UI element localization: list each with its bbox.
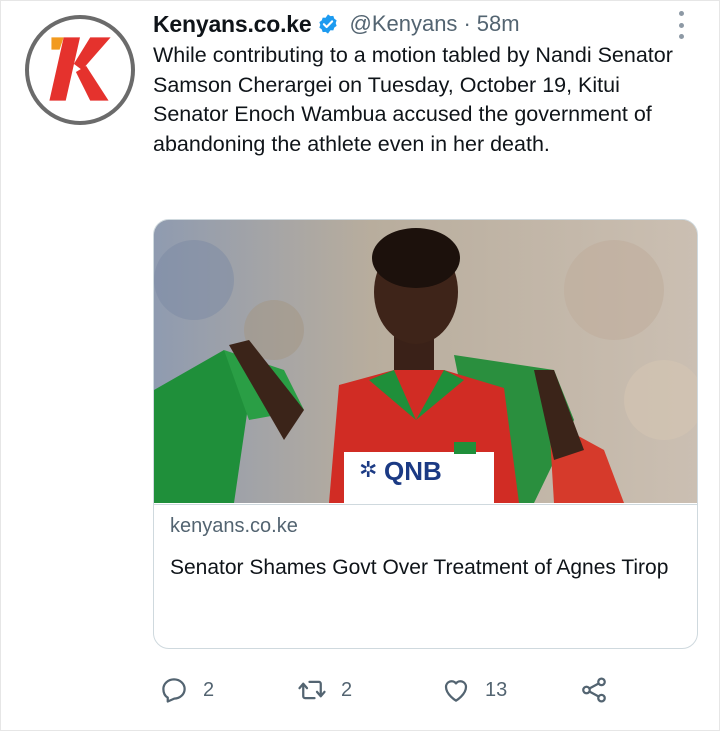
tweet-header: Kenyans.co.ke @Kenyans · 58m bbox=[153, 7, 520, 41]
like-button[interactable]: 13 bbox=[441, 669, 507, 711]
timestamp[interactable]: 58m bbox=[477, 11, 520, 37]
kenyans-logo-icon bbox=[49, 37, 111, 101]
verified-badge-icon bbox=[317, 13, 339, 35]
retweet-button[interactable]: 2 bbox=[297, 669, 352, 711]
heart-icon bbox=[444, 680, 468, 702]
share-button[interactable] bbox=[579, 669, 609, 711]
bib-text: QNB bbox=[384, 456, 442, 486]
display-name[interactable]: Kenyans.co.ke bbox=[153, 11, 312, 38]
more-options-icon[interactable] bbox=[675, 11, 687, 39]
avatar[interactable] bbox=[25, 15, 135, 125]
tweet-card[interactable]: Kenyans.co.ke @Kenyans · 58m While contr… bbox=[0, 0, 720, 731]
separator-dot: · bbox=[463, 11, 471, 36]
card-domain: kenyans.co.ke bbox=[170, 515, 298, 537]
retweet-count: 2 bbox=[341, 678, 353, 701]
reply-count: 2 bbox=[203, 678, 215, 701]
card-image[interactable]: QNB ✲ bbox=[154, 220, 697, 503]
card-title: Senator Shames Govt Over Treatment of Ag… bbox=[170, 556, 669, 579]
handle[interactable]: @Kenyans bbox=[349, 11, 457, 37]
bib-logo-icon: ✲ bbox=[359, 458, 378, 483]
tweet-text: While contributing to a motion tabled by… bbox=[153, 43, 673, 156]
reply-icon bbox=[162, 678, 186, 703]
retweet-icon bbox=[298, 680, 326, 700]
share-icon bbox=[582, 677, 606, 703]
reply-button[interactable]: 2 bbox=[159, 669, 214, 711]
like-count: 13 bbox=[485, 678, 508, 701]
action-bar: 2 2 13 bbox=[153, 669, 693, 711]
link-card[interactable]: QNB ✲ kenyans.co.ke Senator Shames Govt … bbox=[153, 219, 698, 649]
card-body[interactable]: kenyans.co.ke Senator Shames Govt Over T… bbox=[154, 504, 697, 579]
